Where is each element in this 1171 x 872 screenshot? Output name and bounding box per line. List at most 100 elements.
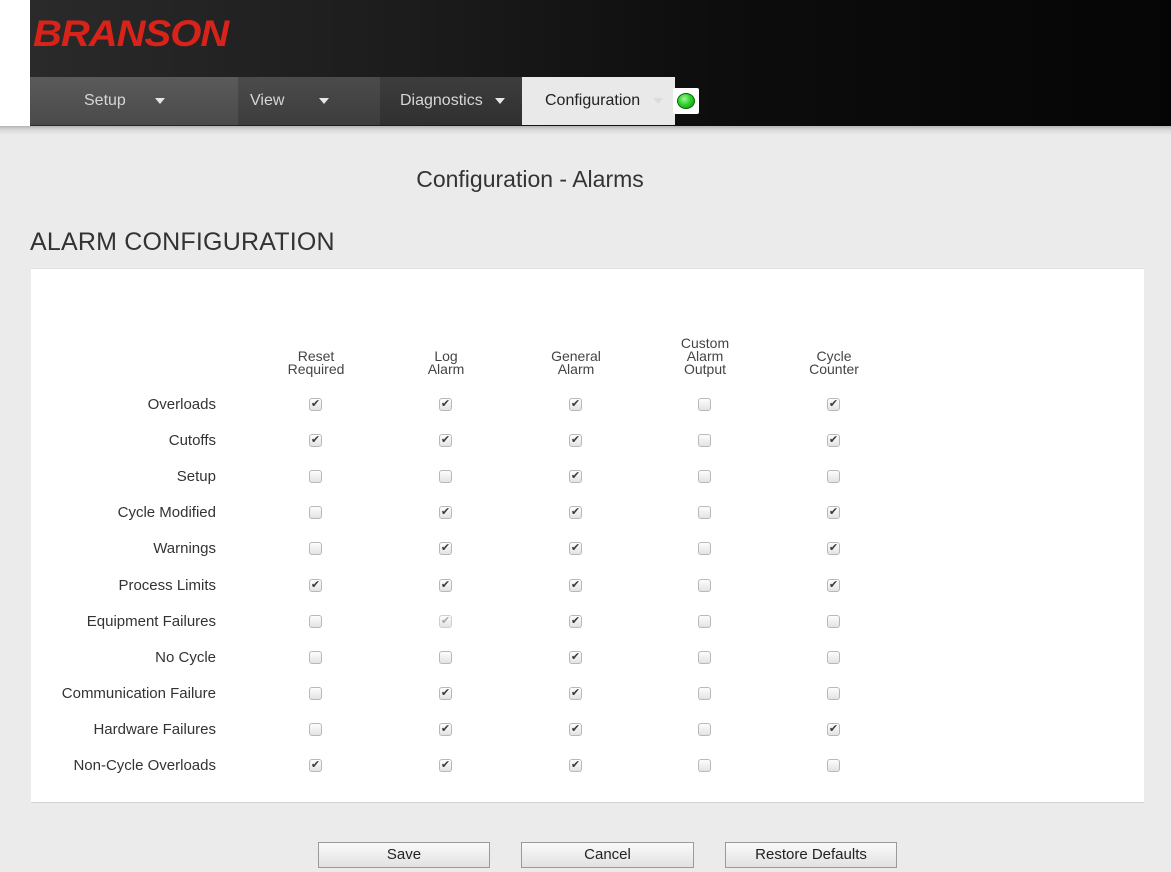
column-header-line: Alarm xyxy=(557,361,595,377)
alarm-checkbox[interactable]: ✔ xyxy=(569,434,582,448)
alarm-checkbox[interactable] xyxy=(309,470,322,484)
alarm-checkbox[interactable]: ✔ xyxy=(309,759,322,772)
alarm-checkbox[interactable]: ✔ xyxy=(439,686,452,700)
alarm-checkbox[interactable]: ✔ xyxy=(439,434,452,448)
column-header: Log Alarm xyxy=(396,349,496,377)
nav-configuration-label: Configuration xyxy=(545,92,641,109)
alarm-checkbox[interactable]: ✔ xyxy=(309,398,322,411)
column-header-line: Counter xyxy=(809,361,859,377)
nav-diagnostics-label: Diagnostics xyxy=(400,92,483,109)
status-indicator xyxy=(673,88,699,114)
alarm-checkbox[interactable] xyxy=(698,722,711,736)
alarm-checkbox[interactable] xyxy=(309,542,322,556)
column-header-line: Alarm xyxy=(427,361,465,377)
alarm-checkbox[interactable]: ✔ xyxy=(569,542,582,556)
page-title: Configuration - Alarms xyxy=(416,166,644,192)
row-label: Communication Failure xyxy=(61,684,216,702)
alarm-checkbox[interactable] xyxy=(698,759,711,772)
alarm-checkbox[interactable] xyxy=(698,542,711,556)
branson-logo: BRANSON xyxy=(33,13,229,55)
alarm-checkbox[interactable]: ✔ xyxy=(827,542,840,556)
alarm-config-panel: Reset Required Log Alarm General Alarm Custom A… xyxy=(31,268,1144,803)
alarm-checkbox[interactable] xyxy=(309,506,322,520)
alarm-checkbox: ✔ xyxy=(439,614,452,628)
nav-view[interactable]: View xyxy=(238,77,380,125)
row-label: Cutoffs xyxy=(168,432,216,450)
alarm-checkbox[interactable] xyxy=(309,614,322,628)
alarm-checkbox[interactable]: ✔ xyxy=(439,722,452,736)
status-led-icon xyxy=(677,93,695,109)
app-header: BRANSON Setup View Diagnostics Configura… xyxy=(0,0,1171,126)
chevron-down-icon xyxy=(494,98,505,104)
section-title: ALARM CONFIGURATION xyxy=(30,228,335,256)
alarm-checkbox[interactable] xyxy=(698,650,711,664)
column-header-line: Output xyxy=(683,361,727,377)
alarm-checkbox[interactable] xyxy=(309,650,322,664)
row-label: Process Limits xyxy=(118,576,216,594)
alarm-checkbox[interactable]: ✔ xyxy=(569,686,582,700)
cancel-button[interactable]: Cancel xyxy=(521,842,694,868)
alarm-checkbox[interactable]: ✔ xyxy=(309,578,322,592)
alarm-checkbox[interactable]: ✔ xyxy=(827,434,840,448)
alarm-checkbox[interactable]: ✔ xyxy=(439,759,452,772)
alarm-checkbox[interactable]: ✔ xyxy=(439,398,452,411)
alarm-checkbox[interactable]: ✔ xyxy=(569,578,582,592)
row-label: Hardware Failures xyxy=(93,720,216,738)
alarm-checkbox[interactable] xyxy=(827,470,840,484)
alarm-checkbox[interactable]: ✔ xyxy=(569,614,582,628)
alarm-checkbox[interactable] xyxy=(827,759,840,772)
column-header-line: Required xyxy=(287,361,345,377)
alarm-checkbox[interactable]: ✔ xyxy=(569,722,582,736)
nav-view-label: View xyxy=(250,92,285,109)
alarm-checkbox[interactable] xyxy=(309,722,322,736)
column-header: Reset Required xyxy=(266,349,366,377)
chevron-down-icon xyxy=(154,98,165,104)
nav-setup[interactable]: Setup xyxy=(30,77,238,125)
alarm-checkbox[interactable]: ✔ xyxy=(439,542,452,556)
alarm-checkbox[interactable]: ✔ xyxy=(569,759,582,772)
alarm-checkbox[interactable]: ✔ xyxy=(569,506,582,520)
alarm-checkbox[interactable] xyxy=(698,614,711,628)
alarm-checkbox[interactable] xyxy=(698,506,711,520)
alarm-checkbox[interactable]: ✔ xyxy=(827,506,840,520)
row-label: Equipment Failures xyxy=(86,612,216,630)
column-header: General Alarm xyxy=(526,349,626,377)
alarm-checkbox[interactable] xyxy=(309,686,322,700)
alarm-checkbox[interactable]: ✔ xyxy=(309,434,322,448)
alarm-checkbox[interactable] xyxy=(827,650,840,664)
row-label: Warnings xyxy=(153,540,216,558)
row-label: No Cycle xyxy=(155,648,216,666)
alarm-checkbox[interactable] xyxy=(827,686,840,700)
alarm-checkbox[interactable]: ✔ xyxy=(439,578,452,592)
alarm-checkbox[interactable] xyxy=(439,470,452,484)
alarm-checkbox[interactable]: ✔ xyxy=(569,470,582,484)
alarm-checkbox[interactable] xyxy=(698,398,711,411)
row-label: Non-Cycle Overloads xyxy=(73,757,216,774)
alarm-checkbox[interactable]: ✔ xyxy=(569,650,582,664)
alarm-checkbox[interactable]: ✔ xyxy=(569,398,582,411)
alarm-checkbox[interactable]: ✔ xyxy=(827,398,840,411)
alarm-checkbox[interactable]: ✔ xyxy=(439,506,452,520)
main-nav: Setup View Diagnostics Configuration xyxy=(30,77,1171,125)
nav-diagnostics[interactable]: Diagnostics xyxy=(380,77,522,125)
alarm-checkbox[interactable] xyxy=(827,614,840,628)
row-label: Overloads xyxy=(147,396,216,413)
alarm-checkbox[interactable]: ✔ xyxy=(827,578,840,592)
column-header: Custom Alarm Output xyxy=(655,336,755,377)
nav-configuration[interactable]: Configuration xyxy=(522,77,675,125)
alarm-checkbox[interactable] xyxy=(698,434,711,448)
alarm-checkbox[interactable] xyxy=(698,470,711,484)
nav-setup-label: Setup xyxy=(84,92,126,109)
save-button[interactable]: Save xyxy=(318,842,490,868)
chevron-down-icon xyxy=(319,98,330,104)
alarm-checkbox[interactable] xyxy=(439,650,452,664)
alarm-checkbox[interactable] xyxy=(698,578,711,592)
restore-defaults-button[interactable]: Restore Defaults xyxy=(725,842,897,868)
column-header: Cycle Counter xyxy=(784,349,884,377)
alarm-checkbox[interactable] xyxy=(698,686,711,700)
chevron-down-icon xyxy=(653,98,664,104)
row-label: Setup xyxy=(176,468,216,486)
header-divider xyxy=(0,126,1171,135)
alarm-checkbox[interactable]: ✔ xyxy=(827,722,840,736)
row-label: Cycle Modified xyxy=(117,504,216,522)
